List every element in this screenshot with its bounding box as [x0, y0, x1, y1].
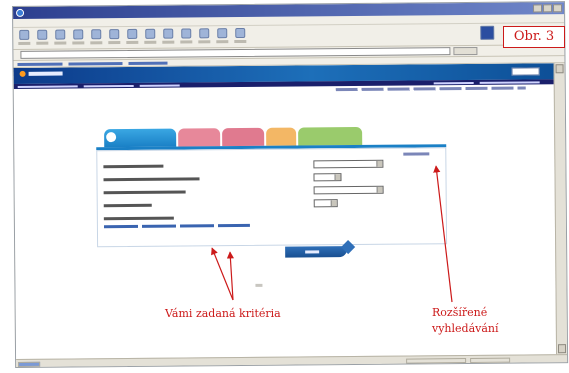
site-logo[interactable]	[19, 70, 63, 77]
chevron-down-icon	[376, 160, 383, 167]
tab-step-3[interactable]	[222, 127, 265, 147]
forward-icon[interactable]	[35, 29, 49, 47]
criteria-label-3	[103, 190, 186, 195]
windows-logo-icon	[480, 25, 495, 43]
tab-step-2[interactable]	[178, 128, 221, 147]
chevron-down-icon	[376, 186, 383, 193]
vertical-scrollbar[interactable]	[553, 63, 568, 355]
mail-icon[interactable]	[179, 28, 193, 45]
nav-item[interactable]	[83, 84, 134, 88]
logo-mark-icon	[19, 70, 26, 77]
criteria-label-1	[103, 164, 164, 169]
close-button[interactable]	[553, 4, 563, 13]
print-icon[interactable]	[197, 28, 211, 45]
home-icon[interactable]	[89, 29, 103, 46]
chevron-down-icon	[330, 200, 337, 207]
criteria-label-4	[103, 203, 152, 208]
nav-item[interactable]	[139, 84, 180, 87]
maximize-button[interactable]	[543, 4, 553, 13]
links-bar-items[interactable]	[17, 61, 168, 66]
annotation-criteria: Vámi zadaná kritéria	[165, 307, 281, 320]
search-button[interactable]	[285, 246, 348, 258]
nav-item[interactable]	[479, 81, 540, 84]
criteria-select-2[interactable]	[313, 173, 342, 182]
stop-icon[interactable]	[53, 29, 67, 47]
step-number-icon	[106, 132, 117, 143]
criteria-label-2	[103, 177, 200, 182]
minimize-button[interactable]	[533, 4, 543, 13]
scroll-up-icon[interactable]	[555, 64, 564, 74]
criteria-select-4[interactable]	[313, 199, 338, 208]
history-icon[interactable]	[161, 28, 175, 46]
search-icon[interactable]	[107, 29, 121, 46]
status-security	[470, 357, 511, 364]
criteria-links[interactable]	[103, 223, 250, 229]
scroll-down-icon[interactable]	[557, 344, 567, 354]
status-zone	[406, 358, 467, 364]
figure-label: Obr. 3	[503, 26, 565, 48]
ie-icon	[16, 8, 25, 17]
page-footer-mark	[255, 283, 263, 287]
figure-stage: Obr. 3 Vámi zadaná kritéria Rozšířené vy…	[0, 0, 569, 373]
go-button[interactable]	[453, 46, 478, 56]
search-criteria-form	[96, 147, 448, 248]
criteria-label-5	[103, 216, 174, 221]
tab-step-4[interactable]	[266, 127, 297, 146]
chevron-down-icon	[334, 174, 341, 181]
criteria-select-1[interactable]	[313, 159, 384, 169]
window-controls	[533, 4, 563, 13]
annotation-advanced-search: Rozšířené vyhledávání	[432, 306, 499, 335]
tab-step-1[interactable]	[104, 128, 177, 148]
media-icon[interactable]	[143, 28, 157, 46]
nav-item[interactable]	[433, 81, 474, 85]
refresh-icon[interactable]	[71, 29, 85, 46]
form-tabs	[104, 126, 363, 148]
favorites-icon[interactable]	[125, 28, 139, 46]
sub-navigation[interactable]	[335, 86, 526, 92]
status-icon	[18, 361, 41, 367]
site-search-input[interactable]	[511, 67, 540, 76]
edit-icon[interactable]	[215, 28, 229, 45]
criteria-select-3[interactable]	[313, 185, 384, 195]
advanced-search-link[interactable]	[403, 152, 430, 156]
back-icon[interactable]	[17, 29, 31, 47]
tab-step-5[interactable]	[298, 126, 363, 146]
discuss-icon[interactable]	[233, 27, 247, 45]
nav-item[interactable]	[17, 85, 78, 88]
